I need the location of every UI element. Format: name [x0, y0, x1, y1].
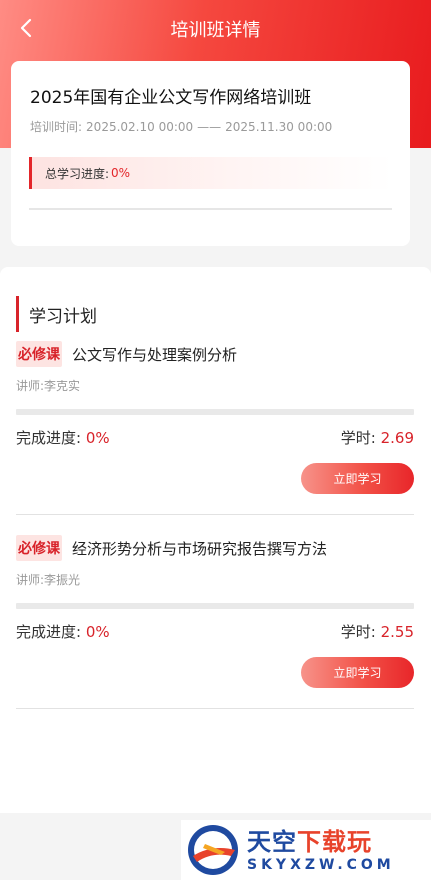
- watermark: 天空下载玩 SKYXZW.COM: [181, 820, 431, 880]
- course-hours: 学时: 2.55: [341, 621, 414, 642]
- course-progress: 完成进度: 0%: [16, 427, 110, 448]
- required-tag: 必修课: [16, 535, 62, 561]
- divider: [16, 708, 414, 709]
- course-hours-value: 2.55: [380, 623, 414, 641]
- period-label: 培训时间:: [30, 120, 83, 134]
- airplane-globe-logo-icon: [188, 825, 238, 875]
- course-name: 公文写作与处理案例分析: [72, 345, 238, 364]
- class-title: 2025年国有企业公文写作网络培训班: [30, 88, 312, 108]
- watermark-brand-a: 天空: [247, 828, 297, 856]
- course-item[interactable]: 必修课 经济形势分析与市场研究报告撰写方法 讲师:李振光 完成进度: 0% 学时…: [16, 535, 414, 709]
- required-tag: 必修课: [16, 341, 62, 367]
- course-progress-value: 0%: [85, 429, 110, 447]
- period-end: 2025.11.30 00:00: [225, 120, 333, 134]
- divider: [29, 208, 392, 210]
- divider: [16, 514, 414, 515]
- study-plan-heading: 学习计划: [16, 296, 97, 332]
- watermark-domain: SKYXZW.COM: [247, 857, 395, 873]
- class-summary-card: 2025年国有企业公文写作网络培训班 培训时间: 2025.02.10 00:00…: [11, 61, 410, 246]
- study-plan-section: 学习计划 必修课 公文写作与处理案例分析 讲师:李克实 完成进度: 0% 学时:…: [0, 267, 431, 813]
- course-teacher: 讲师:李振光: [16, 573, 81, 587]
- course-progress-label: 完成进度:: [16, 429, 82, 447]
- course-progress-label: 完成进度:: [16, 623, 82, 641]
- page-title: 培训班详情: [170, 20, 261, 41]
- watermark-brand-b: 下载玩: [297, 828, 372, 856]
- course-hours-value: 2.69: [380, 429, 414, 447]
- training-period: 培训时间: 2025.02.10 00:00 —— 2025.11.30 00:00: [30, 118, 336, 135]
- nav-bar: 培训班详情: [0, 0, 431, 58]
- course-name: 经济形势分析与市场研究报告撰写方法: [72, 539, 328, 558]
- course-progress: 完成进度: 0%: [16, 621, 110, 642]
- total-progress-value: 0%: [111, 166, 131, 180]
- course-hours: 学时: 2.69: [341, 427, 414, 448]
- course-item[interactable]: 必修课 公文写作与处理案例分析 讲师:李克实 完成进度: 0% 学时: 2.69…: [16, 341, 414, 515]
- course-hours-label: 学时:: [340, 429, 376, 447]
- start-study-button[interactable]: 立即学习: [301, 657, 414, 688]
- back-button[interactable]: [12, 14, 40, 42]
- total-progress-label: 总学习进度:: [45, 166, 110, 181]
- course-progress-bar: [16, 409, 414, 415]
- course-teacher: 讲师:李克实: [16, 379, 81, 393]
- chevron-left-icon: [20, 18, 32, 38]
- course-hours-label: 学时:: [340, 623, 376, 641]
- start-study-button[interactable]: 立即学习: [301, 463, 414, 494]
- period-start: 2025.02.10 00:00: [86, 120, 194, 134]
- period-separator: ——: [197, 120, 222, 134]
- course-progress-value: 0%: [85, 623, 110, 641]
- total-progress: 总学习进度: 0%: [29, 157, 393, 189]
- course-progress-bar: [16, 603, 414, 609]
